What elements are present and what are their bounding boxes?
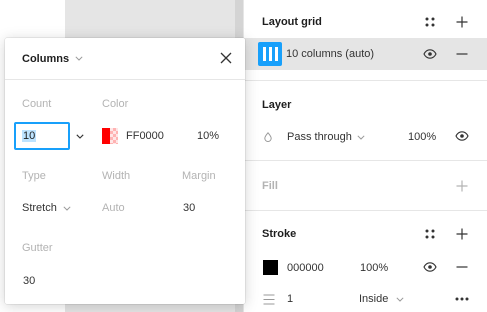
margin-input[interactable]: 30 [183, 202, 195, 214]
stroke-weight-icon [261, 289, 277, 309]
count-input[interactable]: 10 [14, 122, 70, 150]
count-value: 10 [22, 130, 37, 142]
columns-grid-icon[interactable] [258, 42, 282, 66]
add-stroke-icon[interactable] [452, 224, 472, 244]
eye-icon[interactable] [452, 126, 472, 146]
width-input[interactable]: Auto [102, 202, 125, 214]
close-icon[interactable] [217, 49, 235, 67]
eye-icon[interactable] [420, 44, 440, 64]
stroke-position-select[interactable]: Inside [359, 293, 388, 305]
layout-grid-title: Layout grid [262, 16, 322, 28]
gutter-input[interactable]: 30 [23, 275, 35, 287]
layout-grid-settings-popover: Columns Count Color 10 FF0000 10% Type W… [5, 38, 245, 304]
grid-color-hex[interactable]: FF0000 [126, 130, 164, 142]
popover-header: Columns [5, 38, 245, 80]
stroke-weight-input[interactable]: 1 [287, 293, 293, 305]
chevron-down-icon[interactable] [394, 289, 406, 309]
layer-opacity-value[interactable]: 100% [408, 131, 436, 143]
type-select[interactable]: Stretch [22, 202, 57, 214]
blend-mode-select[interactable]: Pass through [287, 131, 352, 143]
remove-layout-grid-icon[interactable] [452, 44, 472, 64]
stroke-styles-icon[interactable] [420, 224, 440, 244]
chevron-down-icon[interactable] [355, 127, 367, 147]
stroke-section: Stroke 000000 100% 1 Inside [244, 210, 487, 312]
layer-section: Layer Pass through 100% [244, 80, 487, 160]
type-label: Type [22, 170, 46, 182]
remove-stroke-icon[interactable] [452, 257, 472, 277]
stroke-color-swatch[interactable] [263, 260, 278, 275]
properties-panel: Layout grid 10 columns (auto) Layer Pass… [243, 0, 487, 312]
chevron-down-icon[interactable] [61, 198, 73, 218]
grid-color-opacity[interactable]: 10% [197, 130, 219, 142]
grid-color-swatch[interactable] [102, 128, 118, 144]
more-options-icon[interactable] [452, 289, 472, 309]
layout-grid-item-label: 10 columns (auto) [286, 48, 375, 60]
stroke-title: Stroke [262, 228, 297, 240]
add-layout-grid-icon[interactable] [452, 12, 472, 32]
count-label: Count [22, 98, 52, 110]
blend-mode-icon [262, 127, 274, 147]
layer-title: Layer [262, 99, 292, 111]
stroke-hex-value[interactable]: 000000 [287, 262, 324, 274]
add-fill-icon[interactable] [452, 176, 472, 196]
width-label: Width [102, 170, 131, 182]
chevron-down-icon[interactable] [75, 51, 83, 63]
stroke-opacity-value[interactable]: 100% [360, 262, 388, 274]
layout-grid-item[interactable]: 10 columns (auto) [244, 38, 487, 70]
layout-grid-section: Layout grid 10 columns (auto) [244, 0, 487, 80]
grid-type-dropdown[interactable]: Columns [22, 53, 69, 65]
fill-section: Fill [244, 160, 487, 210]
chevron-down-icon[interactable] [71, 126, 89, 146]
fill-title: Fill [262, 180, 278, 192]
margin-label: Margin [182, 170, 216, 182]
eye-icon[interactable] [420, 257, 440, 277]
grid-styles-icon[interactable] [420, 12, 440, 32]
gutter-label: Gutter [22, 242, 53, 254]
color-label: Color [102, 98, 129, 110]
